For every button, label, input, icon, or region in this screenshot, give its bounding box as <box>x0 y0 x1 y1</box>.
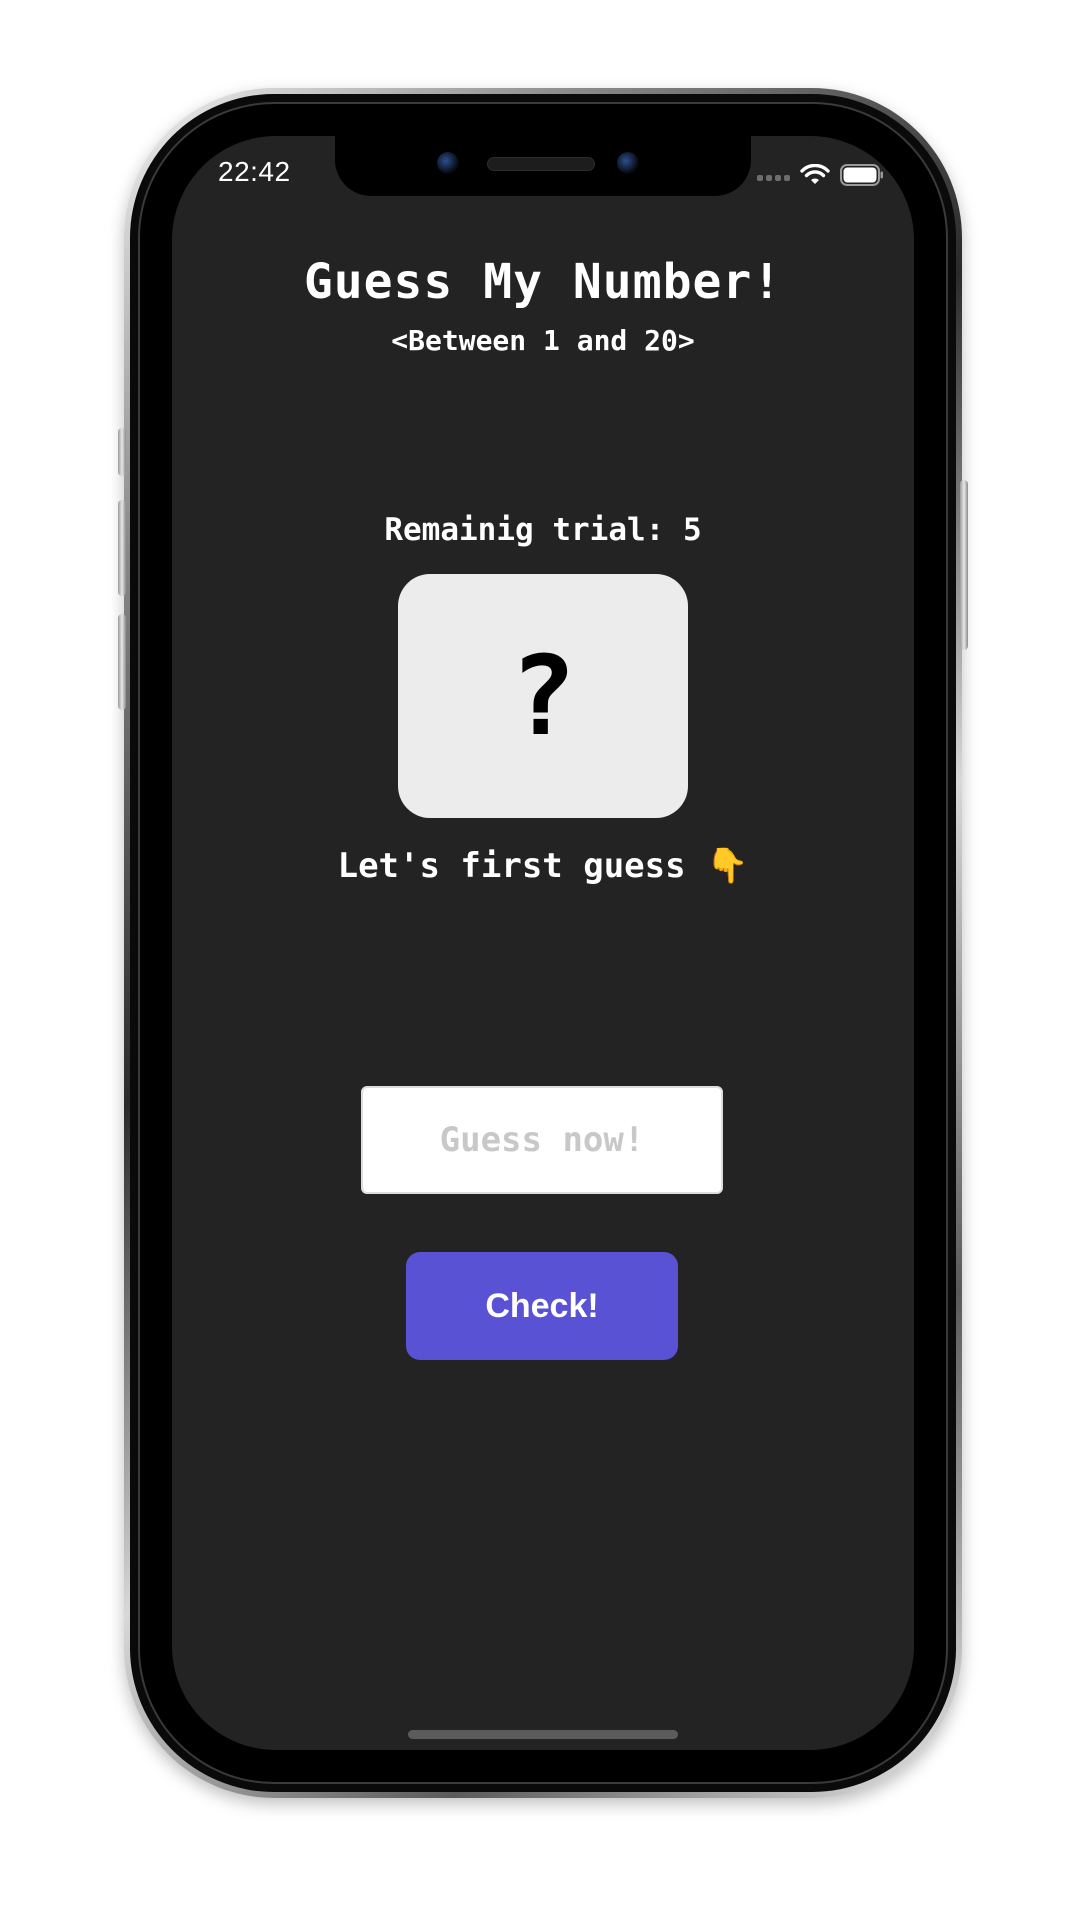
guess-input[interactable] <box>361 1086 723 1194</box>
signal-icon <box>757 169 790 181</box>
status-time: 22:42 <box>218 156 291 187</box>
home-indicator[interactable] <box>408 1730 678 1739</box>
power-button <box>960 480 968 650</box>
page-subtitle: <Between 1 and 20> <box>391 324 695 357</box>
remaining-trials-label: Remainig trial: 5 <box>384 512 702 548</box>
page-title: Guess My Number! <box>303 254 783 310</box>
volume-up-button <box>118 500 126 596</box>
status-indicators <box>757 160 884 190</box>
app-content: Guess My Number! <Between 1 and 20> Rema… <box>172 136 914 1750</box>
battery-icon <box>840 164 883 186</box>
camera-icon <box>437 152 459 174</box>
mystery-number-card: ? <box>398 574 688 818</box>
volume-down-button <box>118 614 126 710</box>
speaker-grille <box>487 157 595 171</box>
sensor-icon <box>617 152 639 174</box>
notch <box>335 136 751 196</box>
mystery-number: ? <box>509 632 577 760</box>
mute-switch <box>118 428 126 476</box>
phone-screen: Guess My Number! <Between 1 and 20> Rema… <box>172 136 914 1750</box>
check-button[interactable]: Check! <box>406 1252 678 1360</box>
hint-message: Let's first guess 👇 <box>337 846 749 886</box>
wifi-icon <box>800 164 830 184</box>
